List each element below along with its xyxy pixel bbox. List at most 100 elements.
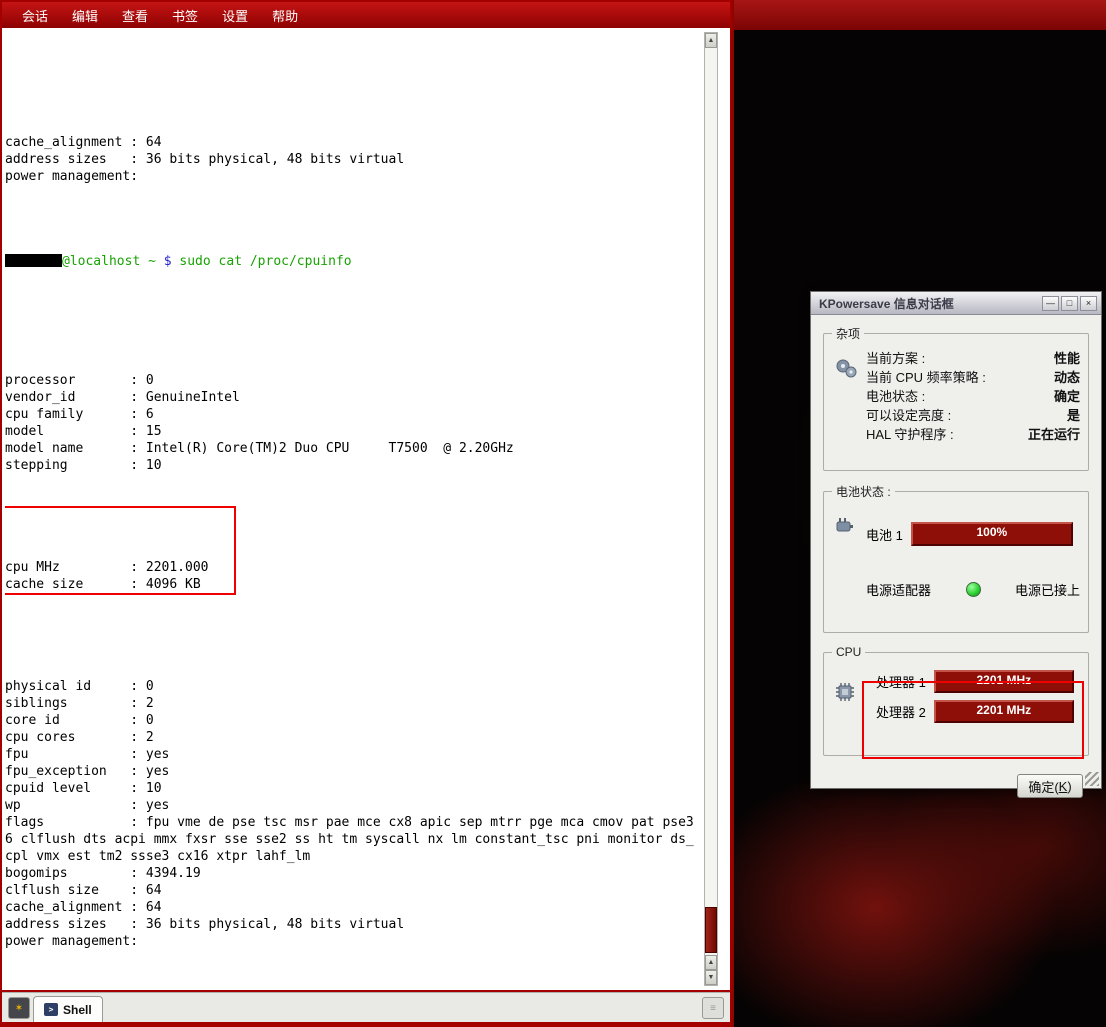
terminal-line: cache_alignment : 64 — [5, 134, 705, 151]
screen: 会话 编辑 查看 书签 设置 帮助 cache_alignment : 64ad… — [0, 0, 1106, 1027]
cpu0-annotation-box: cpu MHz : 2201.000cache size : 4096 KB — [5, 508, 234, 593]
terminal-line: cpu family : 6 — [5, 406, 705, 423]
adapter-label: 电源适配器 — [866, 580, 931, 599]
scrollbar-track[interactable] — [705, 48, 717, 955]
terminal-output[interactable]: cache_alignment : 64address sizes : 36 b… — [5, 32, 705, 986]
cpu-group-legend: CPU — [832, 645, 865, 659]
terminal-line: fpu : yes — [5, 746, 705, 763]
cpu0-output-rest: physical id : 0siblings : 2core id : 0cp… — [5, 627, 705, 967]
ok-label-suffix: ) — [1067, 779, 1071, 794]
status-value: 确定 — [1054, 386, 1080, 405]
cpu-row: 处理器 1 2201 MHz — [876, 670, 1080, 693]
adapter-row: 电源适配器 电源已接上 — [866, 580, 1080, 599]
status-label: HAL 守护程序 : — [866, 424, 954, 443]
terminal-line: power management: — [5, 168, 705, 185]
prompt-command: sudo cat /proc/cpuinfo — [179, 254, 351, 269]
kpowersave-dialog: KPowersave 信息对话框 — □ × 杂项 — [810, 291, 1102, 789]
scroll-up-button-bottom[interactable]: ▲ — [705, 955, 717, 970]
status-label: 当前方案 : — [866, 348, 925, 367]
shell-icon: > — [44, 1003, 58, 1016]
terminal-line: stepping : 10 — [5, 457, 705, 474]
terminal-line: cpuid level : 10 — [5, 780, 705, 797]
status-value: 动态 — [1054, 367, 1080, 386]
terminal-line: power management: — [5, 933, 705, 950]
gears-icon — [834, 358, 858, 385]
ok-label: 确定( — [1028, 777, 1058, 796]
scrollback-tail: cache_alignment : 64address sizes : 36 b… — [5, 83, 705, 202]
prompt-symbol: $ — [164, 254, 180, 269]
redacted-username — [5, 254, 62, 267]
terminal-window: 会话 编辑 查看 书签 设置 帮助 cache_alignment : 64ad… — [0, 0, 732, 1027]
battery-progressbar: 100% — [911, 522, 1073, 546]
menu-item[interactable]: 会话 — [10, 6, 60, 25]
cpu-group: CPU 处理器 1 2201 MHz — [823, 645, 1089, 756]
terminal-line — [5, 950, 705, 967]
status-value: 是 — [1067, 405, 1080, 424]
scroll-up-button[interactable]: ▲ — [705, 33, 717, 48]
adapter-led-icon — [966, 582, 981, 597]
cpu-frequency-bar: 2201 MHz — [934, 670, 1074, 693]
terminal-line: address sizes : 36 bits physical, 48 bit… — [5, 151, 705, 168]
menubar: 会话 编辑 查看 书签 设置 帮助 — [2, 2, 730, 28]
terminal-line: cpu cores : 2 — [5, 729, 705, 746]
misc-group: 杂项 当前方案 : 性能 — [823, 325, 1089, 471]
terminal-line-highlighted: cache size : 4096 KB — [5, 576, 234, 593]
maximize-button-icon[interactable]: □ — [1061, 296, 1078, 311]
scrollbar-thumb[interactable] — [705, 907, 717, 953]
terminal-line: physical id : 0 — [5, 678, 705, 695]
cpu-chip-icon — [834, 681, 856, 708]
session-tabbar: ✶ > Shell ≡ — [2, 992, 730, 1022]
prompt-line: @localhost ~ $ sudo cat /proc/cpuinfo — [5, 253, 705, 270]
terminal-line: model name : Intel(R) Core(TM)2 Duo CPU … — [5, 440, 705, 457]
terminal-line: wp : yes — [5, 797, 705, 814]
terminal-line: bogomips : 4394.19 — [5, 865, 705, 882]
terminal-area: cache_alignment : 64address sizes : 36 b… — [2, 28, 730, 990]
session-list-button[interactable]: ≡ — [702, 997, 724, 1019]
tab-shell[interactable]: > Shell — [33, 996, 103, 1022]
cpu-frequency-bar: 2201 MHz — [934, 700, 1074, 723]
prompt-host: @localhost ~ — [62, 254, 164, 269]
misc-group-legend: 杂项 — [832, 325, 864, 342]
status-label: 当前 CPU 频率策略 : — [866, 367, 986, 386]
scroll-down-button[interactable]: ▼ — [705, 970, 717, 985]
terminal-line: fpu_exception : yes — [5, 763, 705, 780]
terminal-line: siblings : 2 — [5, 695, 705, 712]
terminal-line: cpl vmx est tm2 ssse3 cx16 xtpr lahf_lm — [5, 848, 705, 865]
new-session-button[interactable]: ✶ — [8, 997, 30, 1019]
button-row: 确定(K) — [823, 768, 1089, 798]
menu-item[interactable]: 书签 — [160, 6, 210, 25]
ok-button[interactable]: 确定(K) — [1017, 774, 1083, 798]
battery-row: 电池 1 100% — [866, 522, 1080, 546]
status-row: 当前方案 : 性能 — [866, 348, 1080, 367]
cpu-row: 处理器 2 2201 MHz — [876, 700, 1080, 723]
status-value: 性能 — [1054, 348, 1080, 367]
terminal-line: 6 clflush dts acpi mmx fxsr sse sse2 ss … — [5, 831, 705, 848]
close-button-icon[interactable]: × — [1080, 296, 1097, 311]
terminal-line: processor : 0 — [5, 372, 705, 389]
terminal-line — [5, 185, 705, 202]
status-label: 可以设定亮度 : — [866, 405, 951, 424]
dialog-titlebar[interactable]: KPowersave 信息对话框 — □ × — [811, 292, 1101, 315]
terminal-line: address sizes : 36 bits physical, 48 bit… — [5, 916, 705, 933]
resize-grip[interactable] — [1085, 772, 1099, 786]
status-row: 当前 CPU 频率策略 : 动态 — [866, 367, 1080, 386]
menu-item[interactable]: 帮助 — [260, 6, 310, 25]
status-label: 电池状态 : — [866, 386, 925, 405]
terminal-line: core id : 0 — [5, 712, 705, 729]
terminal-line: model : 15 — [5, 423, 705, 440]
dialog-title: KPowersave 信息对话框 — [819, 295, 1042, 312]
menu-item[interactable]: 查看 — [110, 6, 160, 25]
battery-group-legend: 电池状态 : — [832, 483, 895, 500]
menu-item[interactable]: 设置 — [210, 6, 260, 25]
terminal-scrollbar[interactable]: ▲ ▲ ▼ — [704, 32, 718, 986]
cpu0-output: processor : 0vendor_id : GenuineIntelcpu… — [5, 321, 705, 474]
cpu-label: 处理器 2 — [876, 702, 926, 721]
window-buttons: — □ × — [1042, 296, 1097, 311]
terminal-line: flags : fpu vme de pse tsc msr pae mce c… — [5, 814, 705, 831]
menu-item[interactable]: 编辑 — [60, 6, 110, 25]
minimize-button-icon[interactable]: — — [1042, 296, 1059, 311]
background-window-titlebar[interactable] — [734, 0, 1106, 31]
tab-label: Shell — [63, 1003, 92, 1017]
battery-group: 电池状态 : 电池 1 100% 电源适配器 电源已接上 — [823, 483, 1089, 633]
status-row: 电池状态 : 确定 — [866, 386, 1080, 405]
